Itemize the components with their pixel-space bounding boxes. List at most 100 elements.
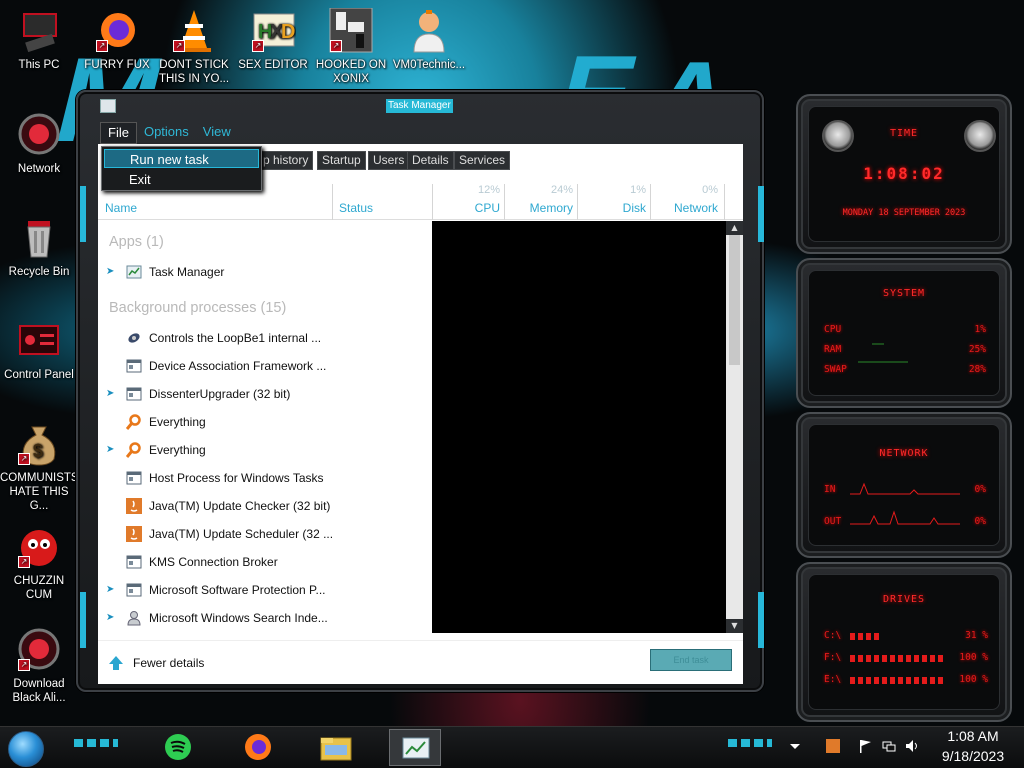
desktop-icon-network[interactable]: Network bbox=[0, 112, 78, 176]
desktop-icon-label: Network bbox=[17, 163, 61, 175]
desktop-icon-label: Control Panel bbox=[4, 369, 74, 381]
drive-value: 31 % bbox=[965, 630, 988, 641]
desktop-icon-this-pc[interactable]: This PC bbox=[0, 8, 78, 72]
vertical-scrollbar[interactable]: ▲ ▼ bbox=[726, 221, 743, 633]
task-manager-title-icon bbox=[100, 99, 116, 113]
process-row[interactable]: ➤ Microsoft Software Protection P... bbox=[98, 577, 432, 605]
taskbar-explorer-button[interactable] bbox=[310, 729, 362, 766]
process-row[interactable]: Host Process for Windows Tasks bbox=[98, 465, 432, 493]
desktop-icon-label: FURRY FUX bbox=[84, 59, 150, 71]
window-icon bbox=[126, 358, 142, 374]
memory-percent: 24% bbox=[550, 184, 573, 196]
expand-chevron-icon[interactable]: ➤ bbox=[106, 267, 116, 277]
action-center-flag-icon[interactable] bbox=[858, 739, 872, 753]
process-row[interactable]: Device Association Framework ... bbox=[98, 353, 432, 381]
desktop-icon-furry-fux[interactable]: ↗ FURRY FUX bbox=[78, 8, 156, 72]
process-row[interactable]: ➤ DissenterUpgrader (32 bit) bbox=[98, 381, 432, 409]
end-task-button[interactable]: End task bbox=[650, 649, 732, 671]
process-name: Microsoft Windows Search Inde... bbox=[149, 611, 328, 625]
column-disk[interactable]: Disk bbox=[581, 201, 646, 215]
desktop-icon-sex-editor[interactable]: HXD ↗ SEX EDITOR bbox=[234, 8, 312, 72]
desktop-icon-hooked-on-xonix[interactable]: ↗ HOOKED ON XONIX bbox=[312, 7, 390, 86]
volume-icon[interactable] bbox=[905, 739, 919, 753]
process-name: Device Association Framework ... bbox=[149, 359, 327, 373]
process-row[interactable]: Controls the LoopBe1 internal ... bbox=[98, 325, 432, 353]
process-row[interactable]: ➤ Task Manager bbox=[98, 259, 432, 287]
column-status[interactable]: Status bbox=[339, 201, 373, 215]
scrollbar-thumb[interactable] bbox=[729, 235, 740, 365]
expand-chevron-icon[interactable]: ➤ bbox=[106, 389, 116, 399]
process-row[interactable]: ➤ Microsoft Windows Search Inde... bbox=[98, 605, 432, 633]
process-row[interactable]: KMS Connection Broker bbox=[98, 549, 432, 577]
desktop-icon-recycle-bin[interactable]: Recycle Bin bbox=[0, 215, 78, 279]
desktop-icon-label: This PC bbox=[18, 59, 60, 71]
tab-app-history[interactable]: p history bbox=[258, 151, 314, 170]
menu-options[interactable]: Options bbox=[137, 122, 196, 144]
firefox-icon: ↗ bbox=[94, 8, 140, 54]
scroll-down-icon[interactable]: ▼ bbox=[726, 619, 743, 633]
column-cpu[interactable]: CPU bbox=[438, 201, 500, 215]
network-tray-icon[interactable] bbox=[882, 739, 896, 753]
expand-chevron-icon[interactable]: ➤ bbox=[106, 613, 116, 623]
spotify-icon bbox=[165, 734, 191, 760]
swap-label: SWAP bbox=[824, 364, 847, 375]
show-hidden-icons-chevron-icon[interactable] bbox=[788, 739, 802, 753]
file-menu-dropdown: Run new task Exit bbox=[101, 146, 262, 191]
desktop-icon-control-panel[interactable]: Control Panel bbox=[0, 318, 78, 382]
desktop-icon-label: VM0Technic... bbox=[392, 59, 466, 71]
tab-users[interactable]: Users bbox=[368, 151, 410, 170]
desktop-icon-communists[interactable]: $ ↗ COMMUNISTS HATE THIS G... bbox=[0, 421, 79, 513]
group-header-background: Background processes (15) bbox=[109, 300, 287, 316]
frame-accent bbox=[80, 592, 86, 648]
desktop-icon-dont-stick[interactable]: ↗ DONT STICK THIS IN YO... bbox=[155, 8, 233, 86]
alien-disc-icon: ↗ bbox=[16, 627, 62, 673]
technician-avatar-icon bbox=[406, 8, 452, 54]
taskbar-firefox-button[interactable] bbox=[232, 729, 284, 766]
menu-file[interactable]: File bbox=[100, 122, 137, 144]
process-row[interactable]: Java(TM) Update Checker (32 bit) bbox=[98, 493, 432, 521]
process-name: Controls the LoopBe1 internal ... bbox=[149, 331, 322, 345]
collapse-arrow-icon[interactable] bbox=[108, 655, 124, 671]
scroll-up-icon[interactable]: ▲ bbox=[726, 221, 743, 235]
desktop-icon-download-black-ali[interactable]: ↗ Download Black Ali... bbox=[0, 627, 78, 705]
gadget-date: MONDAY 18 SEPTEMBER 2023 bbox=[842, 208, 966, 218]
taskbar-clock-time[interactable]: 1:08 AM bbox=[938, 728, 1008, 744]
taskbar-accent bbox=[728, 739, 772, 747]
process-row[interactable]: Everything bbox=[98, 409, 432, 437]
start-button[interactable] bbox=[8, 731, 44, 767]
taskbar-spotify-button[interactable] bbox=[152, 729, 204, 766]
taskbar-accent bbox=[74, 739, 118, 747]
column-network[interactable]: Network bbox=[654, 201, 718, 215]
expand-chevron-icon[interactable]: ➤ bbox=[106, 585, 116, 595]
process-row[interactable]: Java(TM) Update Scheduler (32 ... bbox=[98, 521, 432, 549]
menu-item-run-new-task[interactable]: Run new task bbox=[104, 149, 259, 168]
fewer-details-link[interactable]: Fewer details bbox=[133, 656, 204, 670]
network-graph bbox=[850, 482, 960, 525]
column-name[interactable]: Name bbox=[105, 201, 137, 215]
menu-item-exit[interactable]: Exit bbox=[104, 170, 259, 189]
tab-details[interactable]: Details bbox=[407, 151, 454, 170]
net-in-value: 0% bbox=[974, 484, 986, 495]
taskbar-task-manager-button[interactable] bbox=[389, 729, 441, 766]
task-manager-content: p history Startup Users Details Services… bbox=[98, 144, 743, 684]
control-panel-icon bbox=[16, 318, 62, 364]
net-in-label: IN bbox=[824, 484, 836, 495]
column-memory[interactable]: Memory bbox=[508, 201, 573, 215]
magnifier-icon bbox=[125, 442, 142, 458]
desktop-icon-label: DONT STICK THIS IN YO... bbox=[158, 59, 230, 85]
desktop-icon-label: HOOKED ON XONIX bbox=[315, 59, 387, 85]
window-icon bbox=[126, 582, 142, 598]
desktop-icon-vm0technic[interactable]: VM0Technic... bbox=[390, 8, 468, 72]
menu-view[interactable]: View bbox=[196, 122, 238, 144]
java-tray-icon[interactable] bbox=[826, 739, 840, 753]
tab-startup[interactable]: Startup bbox=[317, 151, 366, 170]
time-gadget: TIME 1:08:02 MONDAY 18 SEPTEMBER 2023 bbox=[796, 94, 1012, 254]
taskbar-clock-date[interactable]: 9/18/2023 bbox=[930, 748, 1016, 764]
tab-services[interactable]: Services bbox=[454, 151, 511, 170]
process-row[interactable]: ➤ Everything bbox=[98, 437, 432, 465]
desktop-icon-chuzzin[interactable]: ↗ CHUZZIN CUM bbox=[0, 524, 78, 602]
expand-chevron-icon[interactable]: ➤ bbox=[106, 445, 116, 455]
process-name: Java(TM) Update Checker (32 bit) bbox=[149, 499, 331, 513]
money-bag-icon: $ ↗ bbox=[16, 421, 62, 467]
desktop-icon-label: Download Black Ali... bbox=[12, 678, 66, 704]
